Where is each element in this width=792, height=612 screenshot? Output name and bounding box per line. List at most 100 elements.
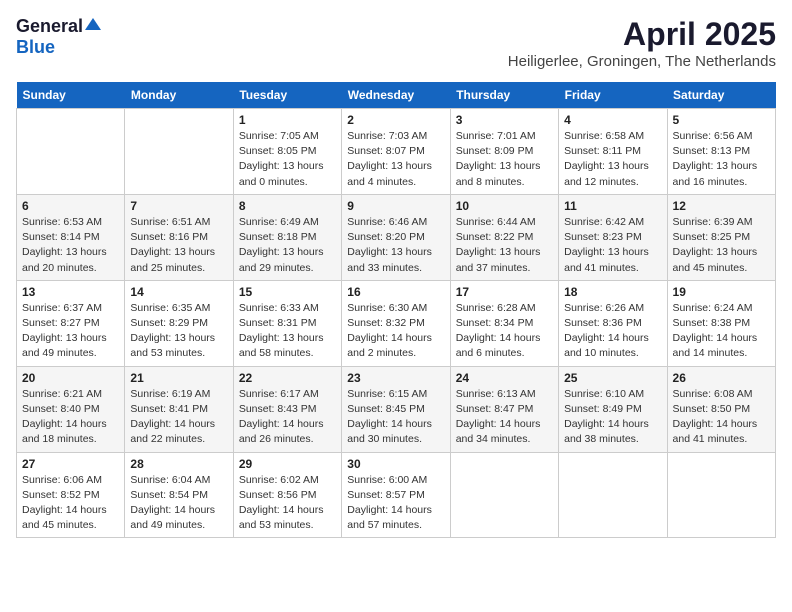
day-info: Sunrise: 6:39 AM Sunset: 8:25 PM Dayligh… (673, 215, 770, 276)
day-number: 6 (22, 199, 119, 213)
day-info: Sunrise: 6:51 AM Sunset: 8:16 PM Dayligh… (130, 215, 227, 276)
calendar-cell: 30 Sunrise: 6:00 AM Sunset: 8:57 PM Dayli… (342, 452, 450, 538)
title-area: April 2025 Heiligerlee, Groningen, The N… (508, 16, 776, 70)
header-row: SundayMondayTuesdayWednesdayThursdayFrid… (17, 82, 776, 109)
calendar-cell: 18 Sunrise: 6:26 AM Sunset: 8:36 PM Dayli… (559, 280, 667, 366)
page-header: General Blue April 2025 Heiligerlee, Gro… (16, 16, 776, 70)
day-info: Sunrise: 7:03 AM Sunset: 8:07 PM Dayligh… (347, 129, 444, 190)
day-number: 4 (564, 113, 661, 127)
calendar-subtitle: Heiligerlee, Groningen, The Netherlands (508, 53, 776, 70)
calendar-title: April 2025 (508, 16, 776, 53)
day-info: Sunrise: 6:35 AM Sunset: 8:29 PM Dayligh… (130, 301, 227, 362)
day-info: Sunrise: 6:10 AM Sunset: 8:49 PM Dayligh… (564, 387, 661, 448)
day-info: Sunrise: 6:04 AM Sunset: 8:54 PM Dayligh… (130, 473, 227, 534)
day-number: 25 (564, 371, 661, 385)
day-number: 1 (239, 113, 336, 127)
calendar-week-4: 20 Sunrise: 6:21 AM Sunset: 8:40 PM Dayli… (17, 366, 776, 452)
calendar-cell: 24Sunrise: 6:13 AM Sunset: 8:47 PM Dayli… (450, 366, 558, 452)
calendar-cell: 12 Sunrise: 6:39 AM Sunset: 8:25 PM Dayli… (667, 194, 775, 280)
weekday-header-saturday: Saturday (667, 82, 775, 109)
day-number: 11 (564, 199, 661, 213)
calendar-cell: 7 Sunrise: 6:51 AM Sunset: 8:16 PM Daylig… (125, 194, 233, 280)
calendar-cell: 16Sunrise: 6:30 AM Sunset: 8:32 PM Dayli… (342, 280, 450, 366)
weekday-header-tuesday: Tuesday (233, 82, 341, 109)
day-number: 22 (239, 371, 336, 385)
day-info: Sunrise: 6:02 AM Sunset: 8:56 PM Dayligh… (239, 473, 336, 534)
calendar-cell: 6Sunrise: 6:53 AM Sunset: 8:14 PM Daylig… (17, 194, 125, 280)
day-info: Sunrise: 6:46 AM Sunset: 8:20 PM Dayligh… (347, 215, 444, 276)
weekday-header-friday: Friday (559, 82, 667, 109)
day-number: 28 (130, 457, 227, 471)
day-number: 7 (130, 199, 227, 213)
calendar-cell: 3 Sunrise: 7:01 AM Sunset: 8:09 PM Daylig… (450, 109, 558, 195)
day-number: 21 (130, 371, 227, 385)
weekday-header-wednesday: Wednesday (342, 82, 450, 109)
calendar-cell (17, 109, 125, 195)
calendar-cell: 27Sunrise: 6:06 AM Sunset: 8:52 PM Dayli… (17, 452, 125, 538)
logo-icon (85, 16, 101, 32)
day-info: Sunrise: 6:37 AM Sunset: 8:27 PM Dayligh… (22, 301, 119, 362)
day-info: Sunrise: 6:49 AM Sunset: 8:18 PM Dayligh… (239, 215, 336, 276)
calendar-cell: 14Sunrise: 6:35 AM Sunset: 8:29 PM Dayli… (125, 280, 233, 366)
day-info: Sunrise: 6:33 AM Sunset: 8:31 PM Dayligh… (239, 301, 336, 362)
day-number: 10 (456, 199, 553, 213)
calendar-cell: 10 Sunrise: 6:44 AM Sunset: 8:22 PM Dayli… (450, 194, 558, 280)
calendar-week-3: 13 Sunrise: 6:37 AM Sunset: 8:27 PM Dayli… (17, 280, 776, 366)
day-number: 16 (347, 285, 444, 299)
calendar-cell: 20 Sunrise: 6:21 AM Sunset: 8:40 PM Dayli… (17, 366, 125, 452)
day-number: 15 (239, 285, 336, 299)
weekday-header-monday: Monday (125, 82, 233, 109)
calendar-cell: 2 Sunrise: 7:03 AM Sunset: 8:07 PM Daylig… (342, 109, 450, 195)
day-info: Sunrise: 6:15 AM Sunset: 8:45 PM Dayligh… (347, 387, 444, 448)
calendar-cell: 25 Sunrise: 6:10 AM Sunset: 8:49 PM Dayli… (559, 366, 667, 452)
logo-blue-text: Blue (16, 37, 55, 58)
calendar-table: SundayMondayTuesdayWednesdayThursdayFrid… (16, 82, 776, 538)
calendar-cell: 22 Sunrise: 6:17 AM Sunset: 8:43 PM Dayli… (233, 366, 341, 452)
day-info: Sunrise: 6:21 AM Sunset: 8:40 PM Dayligh… (22, 387, 119, 448)
day-info: Sunrise: 6:06 AM Sunset: 8:52 PM Dayligh… (22, 473, 119, 534)
day-number: 9 (347, 199, 444, 213)
day-info: Sunrise: 6:13 AM Sunset: 8:47 PM Dayligh… (456, 387, 553, 448)
weekday-header-sunday: Sunday (17, 82, 125, 109)
calendar-cell (559, 452, 667, 538)
calendar-cell (450, 452, 558, 538)
day-number: 13 (22, 285, 119, 299)
calendar-cell: 19 Sunrise: 6:24 AM Sunset: 8:38 PM Dayli… (667, 280, 775, 366)
calendar-cell: 17 Sunrise: 6:28 AM Sunset: 8:34 PM Dayli… (450, 280, 558, 366)
day-info: Sunrise: 6:26 AM Sunset: 8:36 PM Dayligh… (564, 301, 661, 362)
day-info: Sunrise: 6:24 AM Sunset: 8:38 PM Dayligh… (673, 301, 770, 362)
day-info: Sunrise: 7:01 AM Sunset: 8:09 PM Dayligh… (456, 129, 553, 190)
day-number: 20 (22, 371, 119, 385)
day-number: 26 (673, 371, 770, 385)
day-number: 3 (456, 113, 553, 127)
day-number: 12 (673, 199, 770, 213)
calendar-cell: 1Sunrise: 7:05 AM Sunset: 8:05 PM Daylig… (233, 109, 341, 195)
calendar-cell: 21Sunrise: 6:19 AM Sunset: 8:41 PM Dayli… (125, 366, 233, 452)
logo: General Blue (16, 16, 101, 58)
calendar-cell: 26Sunrise: 6:08 AM Sunset: 8:50 PM Dayli… (667, 366, 775, 452)
calendar-week-5: 27Sunrise: 6:06 AM Sunset: 8:52 PM Dayli… (17, 452, 776, 538)
day-info: Sunrise: 6:00 AM Sunset: 8:57 PM Dayligh… (347, 473, 444, 534)
day-number: 8 (239, 199, 336, 213)
day-info: Sunrise: 6:17 AM Sunset: 8:43 PM Dayligh… (239, 387, 336, 448)
calendar-header: SundayMondayTuesdayWednesdayThursdayFrid… (17, 82, 776, 109)
day-info: Sunrise: 6:44 AM Sunset: 8:22 PM Dayligh… (456, 215, 553, 276)
day-number: 19 (673, 285, 770, 299)
day-number: 23 (347, 371, 444, 385)
day-number: 17 (456, 285, 553, 299)
calendar-cell: 28 Sunrise: 6:04 AM Sunset: 8:54 PM Dayli… (125, 452, 233, 538)
day-number: 29 (239, 457, 336, 471)
day-number: 30 (347, 457, 444, 471)
calendar-cell: 23 Sunrise: 6:15 AM Sunset: 8:45 PM Dayli… (342, 366, 450, 452)
day-info: Sunrise: 6:42 AM Sunset: 8:23 PM Dayligh… (564, 215, 661, 276)
weekday-header-thursday: Thursday (450, 82, 558, 109)
calendar-week-1: 1Sunrise: 7:05 AM Sunset: 8:05 PM Daylig… (17, 109, 776, 195)
day-number: 2 (347, 113, 444, 127)
calendar-cell: 4Sunrise: 6:58 AM Sunset: 8:11 PM Daylig… (559, 109, 667, 195)
calendar-cell: 15 Sunrise: 6:33 AM Sunset: 8:31 PM Dayli… (233, 280, 341, 366)
calendar-cell: 9 Sunrise: 6:46 AM Sunset: 8:20 PM Daylig… (342, 194, 450, 280)
calendar-week-2: 6Sunrise: 6:53 AM Sunset: 8:14 PM Daylig… (17, 194, 776, 280)
day-number: 18 (564, 285, 661, 299)
day-info: Sunrise: 6:28 AM Sunset: 8:34 PM Dayligh… (456, 301, 553, 362)
day-info: Sunrise: 6:56 AM Sunset: 8:13 PM Dayligh… (673, 129, 770, 190)
